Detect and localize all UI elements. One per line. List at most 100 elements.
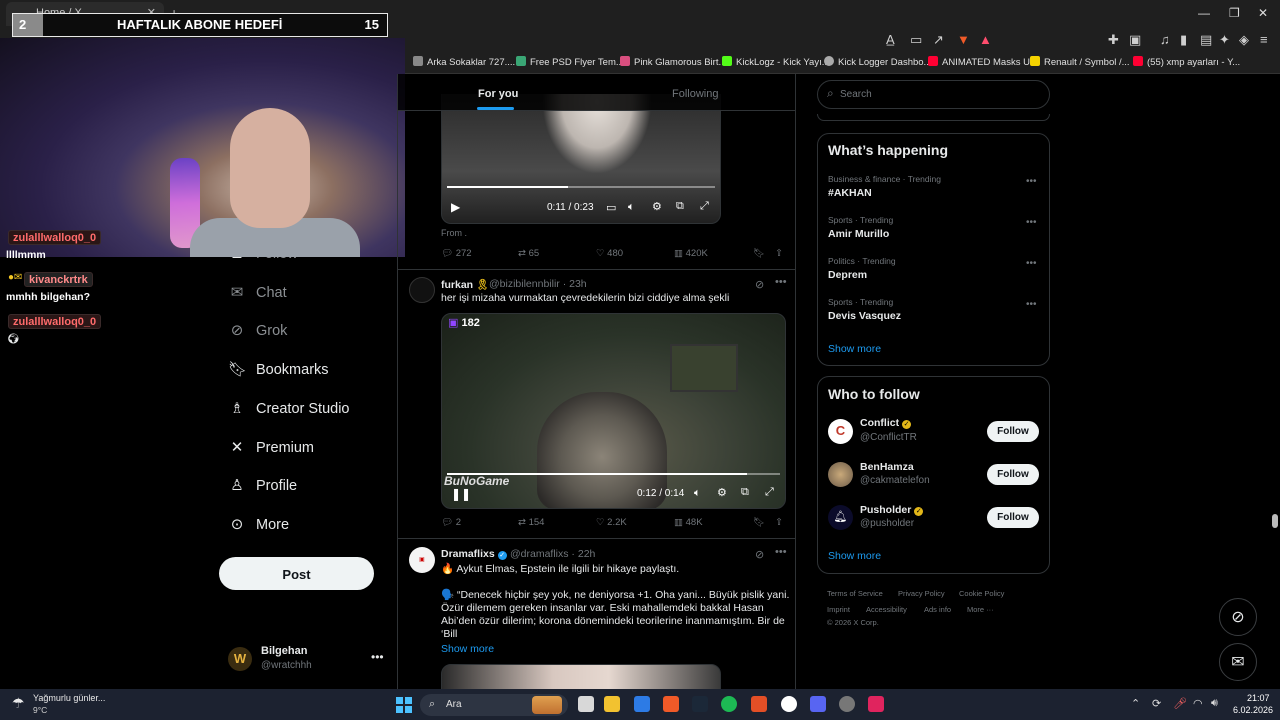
translate-icon[interactable]: A̲ [886,32,895,47]
reply-button[interactable]: 💬︎ 272 [441,248,472,259]
tweet-author-name[interactable]: furkan 🎗︎ [441,278,489,291]
weather-icon[interactable]: ☂ [12,695,25,712]
volume-icon[interactable]: 🔈︎ [694,487,701,500]
account-name[interactable]: BenHamza [860,461,914,473]
media-icon[interactable]: ♫ [1160,32,1170,47]
bookmark-item[interactable]: Renault / Symbol /... [1030,56,1130,68]
steam-icon[interactable] [692,696,708,712]
reply-button[interactable]: 💬︎ 2 [441,517,461,528]
tweet-handle[interactable]: @bizibilennbilir · 23h [489,278,587,290]
network-icon[interactable]: ⟳ [1152,697,1161,710]
volume-icon[interactable]: 🔈︎ [628,201,635,214]
app-icon[interactable] [751,696,767,712]
bookmark-item[interactable]: (55) xmp ayarları - Y... [1133,56,1240,68]
bookmark-item[interactable]: Kick Logger Dashbo... [824,56,931,68]
nav-grok[interactable]: ⊘ Grok [228,321,288,347]
show-more-link[interactable]: Show more [828,550,881,562]
cast-icon[interactable]: ▭ [910,32,922,48]
file-explorer-icon[interactable] [604,696,620,712]
show-more-link[interactable]: Show more [441,643,494,657]
screenshot-icon[interactable]: ▣ [1129,32,1141,48]
avatar[interactable]: ▣ [409,547,435,573]
window-close-icon[interactable]: ✕ [1258,6,1268,20]
discord-icon[interactable] [810,696,826,712]
nav-premium[interactable]: ✕ Premium [228,438,314,464]
more-dots-icon[interactable]: ••• [371,650,384,664]
leo-icon[interactable]: ✦ [1219,32,1230,48]
pip-icon[interactable]: ⧉ [741,486,749,499]
avatar[interactable]: 🔔︎ [828,505,853,530]
tray-overflow-icon[interactable]: ⌃ [1131,697,1140,710]
minimize-icon[interactable]: — [1198,6,1210,20]
footer-link[interactable]: More ··· [967,605,994,614]
more-dots-icon[interactable]: ••• [1026,258,1037,269]
volume-icon[interactable]: 🔊︎ [1211,697,1218,710]
footer-link[interactable]: Cookie Policy [959,589,1004,598]
avatar[interactable]: C [828,419,853,444]
wallet-icon[interactable]: ▤ [1200,32,1212,48]
settings-icon[interactable]: ⚙ [652,200,662,213]
wifi-icon[interactable]: ◠ [1193,697,1203,710]
maximize-icon[interactable]: ❐ [1229,6,1240,20]
tweet-video[interactable]: ▣ 182 BuNoGame ❚❚ 0:12 / 0:14 🔈︎ ⚙ ⧉ ⤢ [441,313,786,509]
fullscreen-icon[interactable]: ⤢ [765,486,774,499]
app-icon[interactable] [868,696,884,712]
tweet-video[interactable]: ▶ 0:11 / 0:23 ▭ 🔈︎ ⚙ ⧉ ⤢ [441,94,721,224]
footer-link[interactable]: Privacy Policy [898,589,945,598]
menu-icon[interactable]: ≡ [1260,32,1268,47]
views-button[interactable]: ▥ 48K [674,517,703,528]
bookmark-icon[interactable]: 🔖︎ [753,517,765,528]
bookmark-item[interactable]: Arka Sokaklar 727.... [413,56,515,68]
trend-name[interactable]: Amir Murillo [828,228,889,240]
footer-link[interactable]: Terms of Service [827,589,883,598]
post-button[interactable]: Post [219,557,374,590]
brave-icon[interactable] [663,696,679,712]
repost-button[interactable]: ⇄ 65 [518,248,539,259]
account-name[interactable]: Conflict ✓ [860,417,912,429]
brave-rewards-icon[interactable]: ▲ [979,32,992,47]
like-button[interactable]: ♡ 480 [596,248,623,259]
trend-name[interactable]: #AKHAN [828,187,872,199]
video-progress-bar[interactable] [447,473,780,475]
nav-profile[interactable]: ♙ Profile [228,476,297,502]
play-icon[interactable]: ▶ [451,200,460,214]
messages-fab[interactable]: ✉ [1219,643,1257,681]
grok-fab[interactable]: ⊘ [1219,598,1257,636]
video-progress-bar[interactable] [447,186,715,188]
store-icon[interactable] [634,696,650,712]
account-name[interactable]: Pusholder ✓ [860,504,924,516]
app-icon[interactable] [839,696,855,712]
grok-icon[interactable]: ⊘ [755,278,764,291]
share-icon[interactable]: ↗ [933,32,944,48]
tweet-author-name[interactable]: Dramaflixs ✓ [441,548,507,560]
repost-button[interactable]: ⇄ 154 [518,517,544,528]
captions-icon[interactable]: ▭ [606,201,616,214]
sidebar-icon[interactable]: ▮ [1180,32,1187,48]
bookmark-item[interactable]: Free PSD Flyer Tem... [516,56,624,68]
settings-icon[interactable]: ⚙ [717,486,727,499]
more-dots-icon[interactable]: ••• [775,546,787,558]
footer-link[interactable]: Imprint [827,605,850,614]
extensions-icon[interactable]: ✚ [1108,32,1119,48]
page-scrollbar[interactable] [1270,74,1280,689]
bookmark-icon[interactable]: 🔖︎ [753,248,765,259]
nav-more[interactable]: ⊙ More [228,515,289,541]
avatar[interactable] [409,277,435,303]
nav-chat[interactable]: ✉ Chat [228,283,287,309]
more-dots-icon[interactable]: ••• [1026,176,1037,187]
app-icon[interactable] [781,696,797,712]
tweet-handle[interactable]: @dramaflixs · 22h [510,548,595,560]
follow-button[interactable]: Follow [987,464,1039,485]
more-dots-icon[interactable]: ••• [1026,217,1037,228]
footer-link[interactable]: Ads info [924,605,951,614]
like-button[interactable]: ♡ 2.2K [596,517,627,528]
weather-title[interactable]: Yağmurlu günler... [33,693,105,703]
clock-time[interactable]: 21:07 [1247,693,1270,703]
footer-link[interactable]: Accessibility [866,605,907,614]
task-view-icon[interactable] [578,696,594,712]
tab-for-you[interactable]: For you [478,88,518,100]
trend-name[interactable]: Devis Vasquez [828,310,901,322]
brave-shield-icon[interactable]: ▼ [957,32,970,47]
views-button[interactable]: ▥ 420K [674,248,708,259]
tweet-image[interactable] [441,664,721,689]
